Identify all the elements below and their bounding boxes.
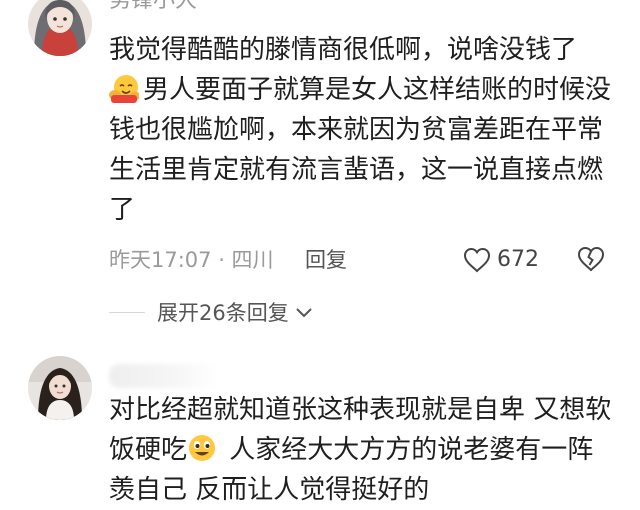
hugging-face-emoji-icon: [109, 73, 140, 103]
comment-text-line1: 我觉得酷酷的滕情商很低啊，说啥没钱了: [109, 35, 578, 65]
time-location: 昨天17:07 · 四川: [109, 248, 274, 272]
username[interactable]: [109, 364, 219, 388]
like-count: 672: [497, 247, 539, 272]
heart-icon[interactable]: [463, 247, 491, 273]
comment-meta: 昨天17:07 · 四川 回复 672: [109, 244, 619, 276]
comment-text: 我觉得酷酷的滕情商很低啊，说啥没钱了 男人要面子就算是女人这样结账的时候没钱也很…: [109, 30, 619, 230]
expand-replies-label: 展开26条回复: [157, 301, 289, 325]
like-button[interactable]: 672: [463, 244, 539, 276]
broken-heart-icon[interactable]: [577, 246, 605, 281]
chevron-down-icon: [295, 300, 313, 324]
reply-button[interactable]: 回复: [305, 244, 347, 276]
grinning-face-emoji-icon: [187, 433, 217, 463]
comment-text: 对比经超就知道张这种表现就是自卑 又想软饭硬吃 人家经大大方方的说老婆有一阵羡自…: [109, 390, 619, 510]
comment-text-rest: 男人要面子就算是女人这样结账的时候没钱也很尴尬啊，本来就因为贫富差距在平常生活里…: [109, 75, 612, 225]
avatar[interactable]: [28, 0, 92, 56]
expand-replies-button[interactable]: 展开26条回复: [109, 296, 313, 328]
avatar[interactable]: [28, 356, 92, 420]
username[interactable]: 努锋小大: [109, 0, 197, 14]
expand-divider: [109, 311, 145, 313]
